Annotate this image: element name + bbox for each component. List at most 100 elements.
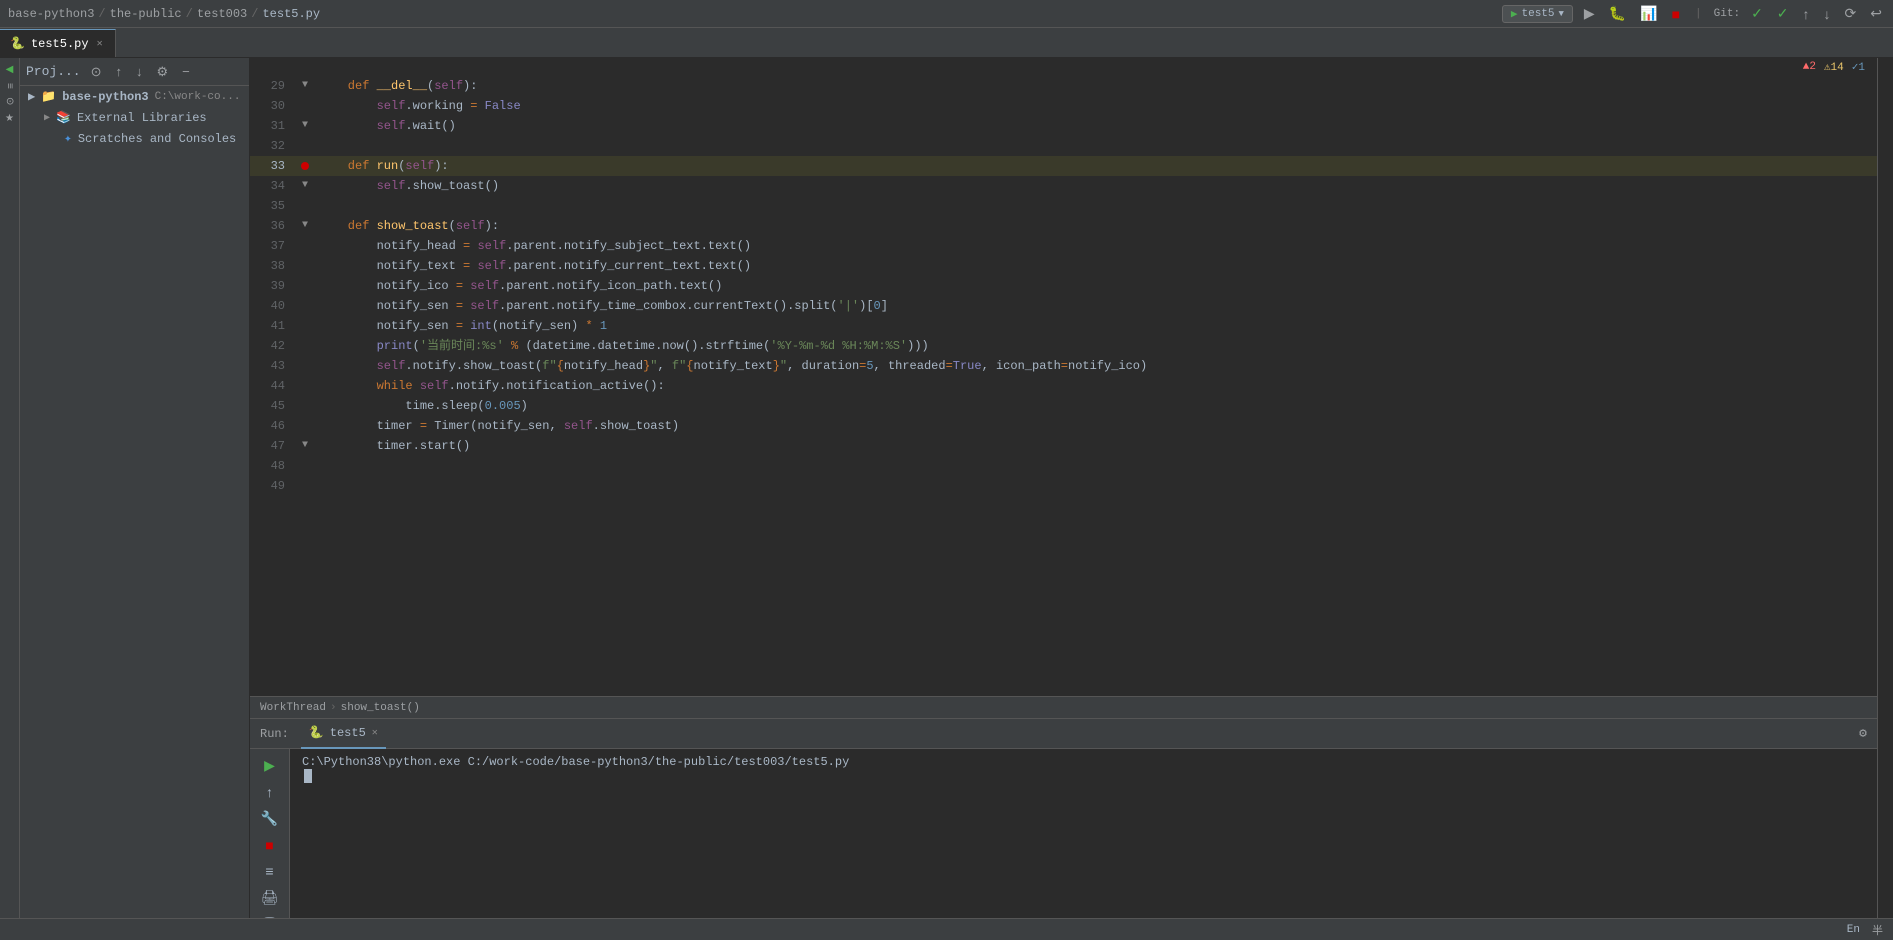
git-push-button[interactable]: ↑ (1800, 6, 1813, 22)
line-content-37: notify_head = self.parent.notify_subject… (315, 236, 1877, 256)
favorites-button[interactable]: ★ (4, 111, 15, 126)
line-content-38: notify_text = self.parent.notify_current… (315, 256, 1877, 276)
line-num-37: 37 (250, 236, 295, 256)
gutter-49 (295, 476, 315, 496)
line-num-42: 42 (250, 336, 295, 356)
run-settings-gear[interactable]: ⚙ (1859, 726, 1867, 741)
code-line-31: 31 ▼ self.wait() (250, 116, 1877, 136)
scratches-icon: ✦ (64, 131, 72, 146)
gutter-40 (295, 296, 315, 316)
sidebar-sync-button[interactable]: ⊙ (87, 63, 106, 81)
structure-button[interactable]: ≡ (4, 81, 15, 91)
line-content-42: print('当前时间:%s' % (datetime.datetime.now… (315, 336, 1877, 356)
gutter-36: ▼ (295, 216, 315, 236)
code-line-49: 49 (250, 476, 1877, 496)
git-history-button[interactable]: ⟳ (1842, 5, 1860, 22)
code-area: 29 ▼ def __del__(self): 30 self.working … (250, 76, 1877, 496)
project-tool-button[interactable]: ◀ (4, 62, 15, 77)
sidebar-down-button[interactable]: ↓ (132, 63, 147, 80)
tab-test5[interactable]: 🐍 test5.py ✕ (0, 29, 116, 57)
warning-count[interactable]: ⚠14 (1824, 60, 1844, 74)
warnings-bar: ▲2 ⚠14 ✓1 (1803, 60, 1865, 74)
run-tab-close[interactable]: ✕ (372, 727, 378, 739)
run-config-selector[interactable]: ▶ test5 ▼ (1502, 5, 1573, 23)
line-content-40: notify_sen = self.parent.notify_time_com… (315, 296, 1877, 316)
expand-arrow: ▶ (28, 89, 35, 104)
git-pull-button[interactable]: ↓ (1821, 6, 1834, 22)
line-content-34: self.show_toast() (315, 176, 1877, 196)
git-label: Git: (1714, 8, 1740, 20)
breadcrumb-part1[interactable]: base-python3 (8, 7, 94, 21)
commit-button[interactable]: ⊙ (4, 95, 15, 107)
fold-29[interactable]: ▼ (302, 76, 308, 96)
breadcrumb-part2[interactable]: the-public (110, 7, 182, 21)
line-num-32: 32 (250, 136, 295, 156)
run-output[interactable]: C:\Python38\python.exe C:/work-code/base… (290, 749, 1877, 918)
code-line-42: 42 print('当前时间:%s' % (datetime.datetime.… (250, 336, 1877, 356)
stop-button[interactable]: ■ (1669, 6, 1683, 22)
code-line-29: 29 ▼ def __del__(self): (250, 76, 1877, 96)
bc-sep2: / (186, 7, 193, 21)
line-content-39: notify_ico = self.parent.notify_icon_pat… (315, 276, 1877, 296)
sidebar-minimize-button[interactable]: − (178, 63, 194, 80)
run-panel: Run: 🐍 test5 ✕ ⚙ ▶ ↑ 🔧 ■ ≡ 🖨 🗑 (250, 718, 1877, 918)
line-num-38: 38 (250, 256, 295, 276)
run-scroll-up-button[interactable]: ↑ (258, 782, 282, 802)
language-indicator[interactable]: En (1847, 924, 1860, 936)
tab-label: test5.py (31, 37, 89, 51)
code-editor[interactable]: 29 ▼ def __del__(self): 30 self.working … (250, 76, 1877, 696)
fold-36[interactable]: ▼ (302, 216, 308, 236)
run-toolbar: ▶ ↑ 🔧 ■ ≡ 🖨 🗑 (250, 749, 290, 918)
gutter-32 (295, 136, 315, 156)
run-button[interactable]: ▶ (1581, 5, 1598, 22)
code-line-35: 35 (250, 196, 1877, 216)
line-num-33: 33 (250, 156, 295, 176)
code-line-36: 36 ▼ def show_toast(self): (250, 216, 1877, 236)
line-content-41: notify_sen = int(notify_sen) * 1 (315, 316, 1877, 336)
gutter-43 (295, 356, 315, 376)
line-num-47: 47 (250, 436, 295, 456)
fold-34[interactable]: ▼ (302, 176, 308, 196)
line-num-40: 40 (250, 296, 295, 316)
line-num-43: 43 (250, 356, 295, 376)
breakpoint-33[interactable] (301, 162, 309, 170)
project-root-item[interactable]: ▶ 📁 base-python3 C:\work-co... (20, 86, 249, 107)
line-content-49 (315, 476, 1877, 496)
run-tab-test5[interactable]: 🐍 test5 ✕ (301, 719, 386, 749)
sidebar-item-scratches[interactable]: ✦ Scratches and Consoles (20, 128, 249, 149)
coverage-button[interactable]: 📊 (1637, 5, 1660, 22)
line-content-45: time.sleep(0.005) (315, 396, 1877, 416)
git-commit-button[interactable]: ✓ (1774, 5, 1792, 22)
undo-button[interactable]: ↩ (1867, 5, 1885, 22)
encoding-indicator[interactable]: 半 (1872, 922, 1883, 938)
breadcrumb-part3[interactable]: test003 (197, 7, 247, 21)
run-print-button[interactable]: 🖨 (258, 887, 282, 908)
sidebar-up-button[interactable]: ↑ (112, 63, 127, 80)
code-line-34: 34 ▼ self.show_toast() (250, 176, 1877, 196)
sidebar-settings-button[interactable]: ⚙ (153, 63, 173, 81)
sidebar-item-external-libraries[interactable]: ▶ 📚 External Libraries (20, 107, 249, 128)
line-content-33: def run(self): (315, 156, 1877, 176)
ext-lib-arrow: ▶ (44, 112, 50, 124)
git-check-button[interactable]: ✓ (1748, 5, 1766, 22)
run-tools-button[interactable]: 🔧 (258, 808, 282, 829)
info-count[interactable]: ✓1 (1852, 60, 1865, 74)
run-stop-button[interactable]: ■ (258, 835, 282, 855)
tab-close-button[interactable]: ✕ (95, 37, 105, 51)
status-sep: › (330, 702, 337, 714)
line-num-45: 45 (250, 396, 295, 416)
error-count[interactable]: ▲2 (1803, 61, 1816, 73)
run-config-arrow: ▼ (1559, 9, 1564, 19)
divider1: | (1691, 8, 1706, 20)
run-scroll-all-button[interactable]: ≡ (258, 861, 282, 881)
breadcrumb-file[interactable]: test5.py (262, 7, 320, 21)
run-restart-button[interactable]: ▶ (258, 755, 282, 776)
line-content-48 (315, 456, 1877, 476)
line-content-44: while self.notify.notification_active(): (315, 376, 1877, 396)
fold-47[interactable]: ▼ (302, 436, 308, 456)
gutter-45 (295, 396, 315, 416)
gutter-34: ▼ (295, 176, 315, 196)
debug-button[interactable]: 🐛 (1606, 5, 1629, 22)
gutter-39 (295, 276, 315, 296)
fold-31[interactable]: ▼ (302, 116, 308, 136)
